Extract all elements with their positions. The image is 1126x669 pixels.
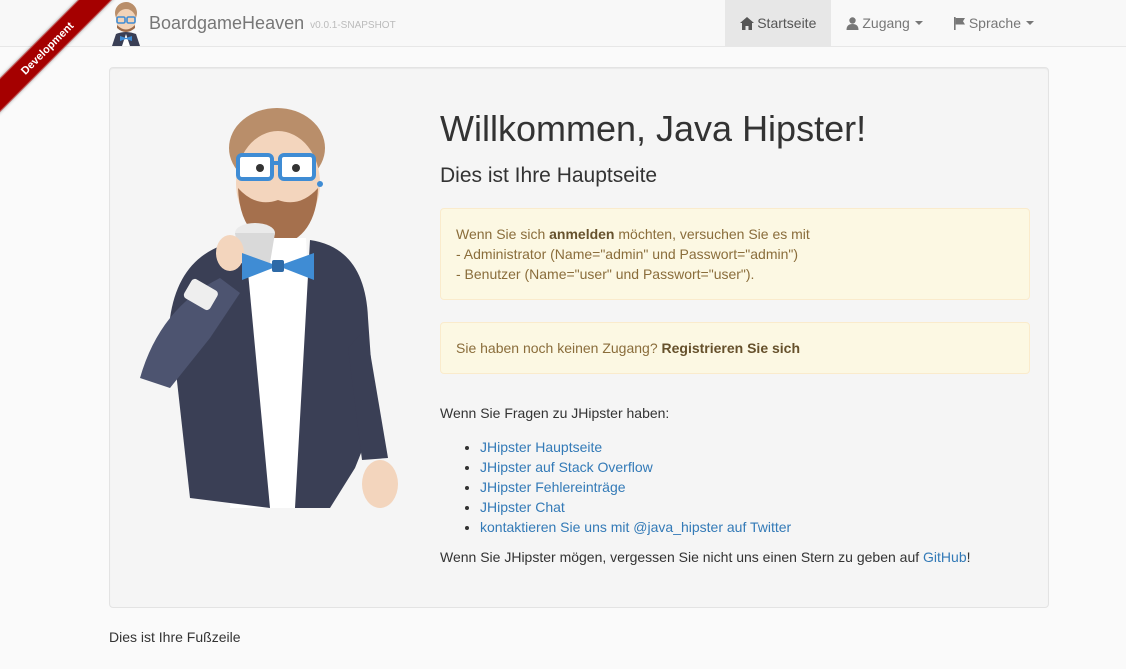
nav-item-zugang[interactable]: Zugang: [831, 0, 937, 46]
register-alert: Sie haben noch keinen Zugang? Registrier…: [440, 322, 1030, 374]
resource-links-list: JHipster Hauptseite JHipster auf Stack O…: [440, 437, 1030, 537]
questions-text: Wenn Sie Fragen zu JHipster haben:: [440, 405, 670, 421]
login-alert-prefix: Wenn Sie sich: [456, 226, 550, 242]
user-icon: [846, 16, 859, 30]
login-alert-suffix: möchten, versuchen Sie es mit: [614, 226, 810, 242]
main-content: Willkommen, Java Hipster! Dies ist Ihre …: [440, 68, 1030, 581]
link-chat[interactable]: JHipster Chat: [480, 499, 565, 515]
caret-down-icon: [914, 21, 923, 25]
hero-well: Willkommen, Java Hipster! Dies ist Ihre …: [109, 67, 1049, 608]
brand-version: v0.0.1-SNAPSHOT: [310, 20, 396, 31]
page-title: Willkommen, Java Hipster!: [440, 108, 867, 149]
flag-icon: [953, 16, 965, 30]
github-link[interactable]: GitHub: [923, 549, 967, 565]
footer-text: Dies ist Ihre Fußzeile: [109, 629, 241, 645]
list-item: kontaktieren Sie uns mit @java_hipster a…: [480, 517, 1030, 537]
nav-item-label: Startseite: [757, 15, 817, 31]
register-alert-prefix: Sie haben noch keinen Zugang?: [456, 340, 662, 356]
brand-title: BoardgameHeaven: [149, 12, 305, 33]
login-link[interactable]: anmelden: [549, 226, 614, 242]
development-ribbon: Development: [0, 0, 140, 140]
list-item: JHipster Fehlereinträge: [480, 477, 1030, 497]
nav-item-startseite[interactable]: Startseite: [725, 0, 832, 46]
link-twitter[interactable]: kontaktieren Sie uns mit @java_hipster a…: [480, 519, 791, 535]
github-star-suffix: !: [966, 549, 971, 565]
nav-item-label: Sprache: [968, 15, 1021, 31]
nav-menu: Startseite Zugang Sprache: [725, 0, 1126, 46]
list-item: JHipster auf Stack Overflow: [480, 457, 1030, 477]
link-jhipster-homepage[interactable]: JHipster Hauptseite: [480, 439, 602, 455]
nav-item-label: Zugang: [862, 15, 910, 31]
caret-down-icon: [1026, 21, 1034, 25]
home-icon: [740, 16, 755, 30]
login-alert-admin: - Administrator (Name="admin" und Passwo…: [456, 246, 799, 262]
brand-link[interactable]: BoardgameHeaven v0.0.1-SNAPSHOT: [108, 0, 396, 46]
navbar: BoardgameHeaven v0.0.1-SNAPSHOT Startsei…: [0, 0, 1126, 47]
list-item: JHipster Chat: [480, 497, 1030, 517]
nav-item-sprache[interactable]: Sprache: [938, 0, 1049, 46]
hipster-illustration: [140, 108, 398, 508]
page-subtitle: Dies ist Ihre Hauptseite: [440, 164, 658, 187]
list-item: JHipster Hauptseite: [480, 437, 1030, 457]
login-alert-user: - Benutzer (Name="user" und Passwort="us…: [456, 266, 755, 282]
link-stack-overflow[interactable]: JHipster auf Stack Overflow: [480, 459, 653, 475]
github-star-prefix: Wenn Sie JHipster mögen, vergessen Sie n…: [440, 549, 924, 565]
register-link[interactable]: Registrieren Sie sich: [662, 340, 801, 356]
login-alert: Wenn Sie sich anmelden möchten, versuche…: [440, 208, 1030, 300]
github-star-text: Wenn Sie JHipster mögen, vergessen Sie n…: [440, 547, 1030, 567]
link-bug-tracker[interactable]: JHipster Fehlereinträge: [480, 479, 626, 495]
ribbon-label: Development: [0, 0, 116, 117]
